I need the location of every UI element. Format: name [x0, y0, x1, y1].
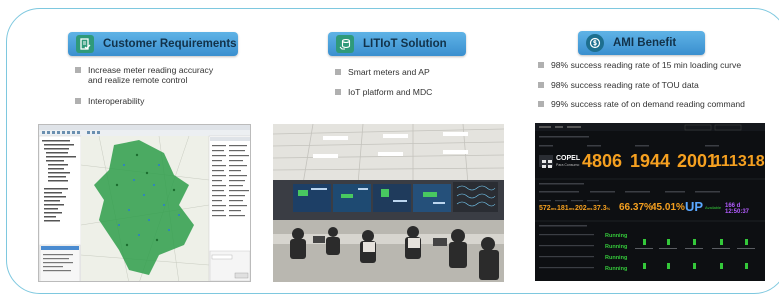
dashboard-value-3: 2001	[677, 151, 718, 171]
dashboard-percent-2: 45.01%	[651, 202, 685, 213]
dashboard-mini-value-2: 181ms	[557, 205, 575, 212]
dashboard-mini-value-4: 37.3%	[593, 205, 611, 212]
dashboard-mini-value-1: 572ms	[539, 205, 557, 212]
customer-requirements-title: Customer Requirements	[103, 38, 237, 50]
litiot-solution-header: LITIoT Solution	[328, 32, 466, 56]
ami-benefit-header: AMI Benefit	[578, 31, 705, 55]
dashboard-value-2: 1944	[630, 151, 671, 171]
database-hand-icon	[336, 35, 354, 53]
ami-benefit-title: AMI Benefit	[613, 37, 677, 49]
document-check-icon	[76, 35, 94, 53]
copel-brand: COPEL	[556, 155, 581, 162]
dashboard-percent-1: 66.37%	[619, 202, 653, 213]
running-status-3: Running	[605, 255, 628, 261]
dashboard-status: UP	[685, 199, 704, 214]
dashboard-timestamp: 166 d 12:50:37	[725, 203, 750, 215]
running-status-2: Running	[605, 244, 628, 250]
dashboard-mini-value-3: 202ms	[575, 205, 593, 212]
customer-requirements-header: Customer Requirements	[68, 32, 238, 56]
gis-map-screenshot	[38, 124, 251, 282]
litiot-solution-title: LITIoT Solution	[363, 38, 447, 50]
running-status-4: Running	[605, 266, 628, 272]
dashboard-available: Available	[705, 205, 722, 210]
dashboard-value-4: 1113182	[713, 153, 765, 170]
dashboard-value-1: 4806	[582, 151, 623, 171]
running-status-1: Running	[605, 233, 628, 239]
copel-logo-icon	[541, 156, 553, 168]
coin-icon	[586, 34, 604, 52]
copel-brand-sub: Para Consumo	[556, 163, 580, 167]
ami-dashboard-screenshot: COPEL Para Consumo 4806 1944 2001 111318…	[535, 123, 765, 281]
control-room-photo	[273, 124, 504, 282]
